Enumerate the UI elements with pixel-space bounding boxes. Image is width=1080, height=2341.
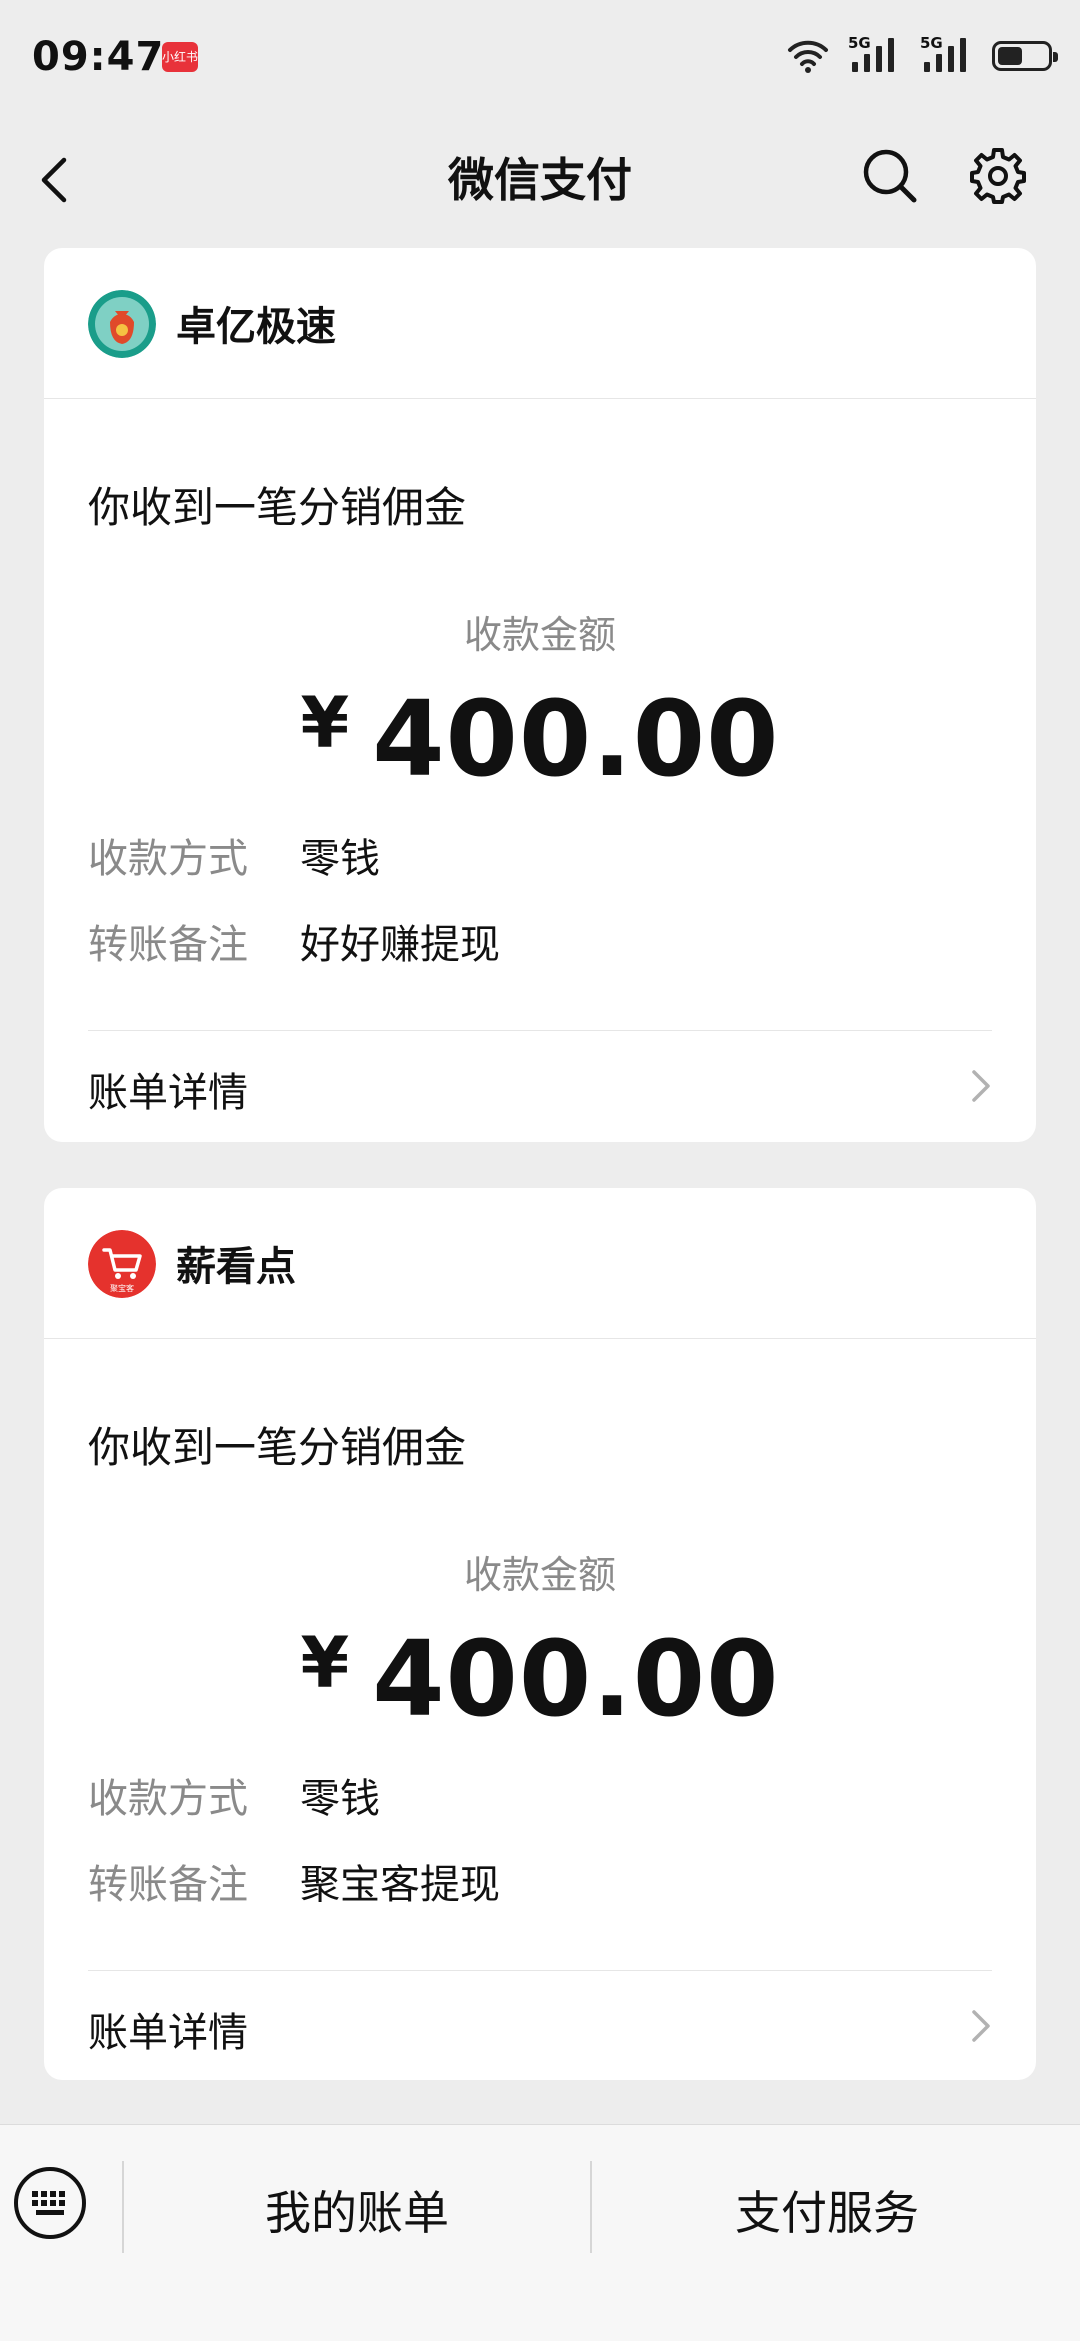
logo-text: 聚宝客 xyxy=(110,1283,134,1293)
merchant-name: 卓亿极速 xyxy=(176,304,336,350)
amount-value: ¥400.00 xyxy=(44,1618,1036,1740)
status-time: 09:47 xyxy=(32,34,165,80)
card-header[interactable]: 聚宝客 薪看点 xyxy=(44,1188,1036,1339)
signal-icon-1: 5G xyxy=(848,34,902,76)
amount-number: 400.00 xyxy=(372,1618,780,1740)
chevron-right-icon[interactable] xyxy=(966,2006,996,2046)
signal-2-label: 5G xyxy=(920,34,943,52)
payment-card-2: 聚宝客 薪看点 你收到一笔分销佣金 收款金额 ¥400.00 收款方式 零钱 转… xyxy=(44,1188,1036,2080)
currency-symbol: ¥ xyxy=(300,682,351,764)
nav-bar: 微信支付 xyxy=(0,120,1080,230)
app-badge: 小红书 xyxy=(162,42,198,72)
message-subject: 你收到一笔分销佣金 xyxy=(88,483,467,532)
search-icon[interactable] xyxy=(858,144,922,208)
status-bar: 09:47 小红书 5G 5G xyxy=(0,0,1080,120)
signal-icon-2: 5G xyxy=(920,34,974,76)
method-label: 收款方式 xyxy=(88,836,248,882)
divider xyxy=(88,1030,992,1031)
battery-icon xyxy=(992,41,1058,71)
tab-payment-services[interactable]: 支付服务 xyxy=(592,2177,1062,2243)
divider xyxy=(88,1970,992,1971)
tab-my-bills[interactable]: 我的账单 xyxy=(124,2177,590,2243)
bill-details-link[interactable]: 账单详情 xyxy=(88,2000,248,2058)
amount-label: 收款金额 xyxy=(463,613,616,657)
bill-details-link[interactable]: 账单详情 xyxy=(88,1060,248,1118)
method-value: 零钱 xyxy=(300,1776,380,1822)
merchant-name: 薪看点 xyxy=(176,1244,296,1290)
method-value: 零钱 xyxy=(300,836,380,882)
message-subject: 你收到一笔分销佣金 xyxy=(88,1423,467,1472)
amount-label: 收款金额 xyxy=(463,1553,616,1597)
signal-1-label: 5G xyxy=(848,34,871,52)
chevron-right-icon[interactable] xyxy=(966,1066,996,1106)
method-label: 收款方式 xyxy=(88,1776,248,1822)
merchant-logo-bag-icon xyxy=(88,290,156,358)
amount-value: ¥400.00 xyxy=(44,678,1036,800)
status-icons: 5G 5G xyxy=(786,34,1058,76)
bottom-menu-bar: 我的账单 支付服务 xyxy=(0,2124,1080,2341)
wifi-icon xyxy=(788,40,828,73)
payment-card-1: 卓亿极速 你收到一笔分销佣金 收款金额 ¥400.00 收款方式 零钱 转账备注… xyxy=(44,248,1036,1142)
merchant-logo-cart-icon: 聚宝客 xyxy=(88,1230,156,1298)
keyboard-icon[interactable] xyxy=(12,2165,88,2241)
note-label: 转账备注 xyxy=(88,922,248,968)
currency-symbol: ¥ xyxy=(300,1622,351,1704)
note-value: 好好赚提现 xyxy=(300,922,500,968)
note-value: 聚宝客提现 xyxy=(300,1862,500,1908)
note-label: 转账备注 xyxy=(88,1862,248,1908)
amount-number: 400.00 xyxy=(372,678,780,800)
card-header[interactable]: 卓亿极速 xyxy=(44,248,1036,399)
gear-icon[interactable] xyxy=(966,144,1030,208)
